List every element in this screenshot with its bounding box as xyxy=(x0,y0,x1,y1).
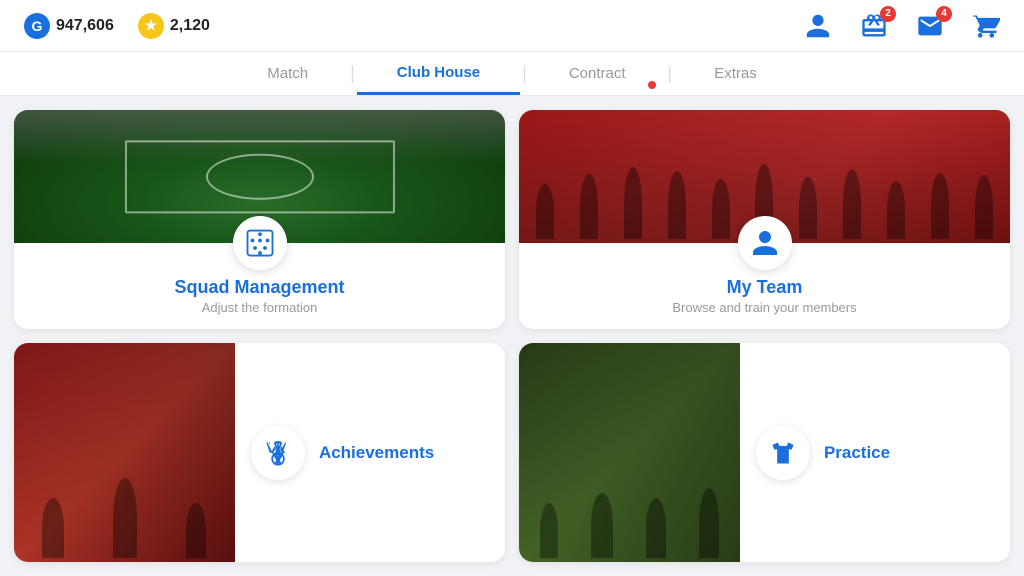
action-icons: 2 4 xyxy=(804,12,1000,40)
gift-button[interactable]: 2 xyxy=(860,12,888,40)
achievements-title: Achievements xyxy=(319,443,434,463)
nav-divider-3: | xyxy=(666,63,675,84)
pitch-circle xyxy=(205,153,313,200)
my-team-card[interactable]: My Team Browse and train your members xyxy=(519,110,1010,329)
nav-clubhouse[interactable]: Club House xyxy=(357,52,520,95)
myteam-icon-circle xyxy=(738,216,792,270)
cart-button[interactable] xyxy=(972,12,1000,40)
mail-badge: 4 xyxy=(936,6,952,22)
nav-divider-2: | xyxy=(520,63,529,84)
formation-icon xyxy=(245,228,275,258)
team-image-area xyxy=(519,110,1010,243)
practice-background xyxy=(519,343,740,562)
nav-match[interactable]: Match xyxy=(227,52,348,95)
star-icon: ★ xyxy=(138,13,164,39)
squad-icon-circle xyxy=(233,216,287,270)
nav-contract[interactable]: Contract xyxy=(529,52,666,95)
top-bar: G 947,606 ★ 2,120 2 4 xyxy=(0,0,1024,52)
jersey-icon xyxy=(769,439,797,467)
achievements-background xyxy=(14,343,235,562)
achieve-silhouettes xyxy=(14,343,235,562)
star-currency: ★ 2,120 xyxy=(138,13,210,39)
currency-area: G 947,606 ★ 2,120 xyxy=(24,13,210,39)
cart-icon xyxy=(972,12,1000,40)
squad-image-area xyxy=(14,110,505,243)
mail-button[interactable]: 4 xyxy=(916,12,944,40)
achievements-content: Achievements xyxy=(235,343,505,562)
achievements-card[interactable]: Achievements xyxy=(14,343,505,562)
gold-value: 947,606 xyxy=(56,17,114,35)
profile-button[interactable] xyxy=(804,12,832,40)
achievements-image-area xyxy=(14,343,235,562)
gold-icon: G xyxy=(24,13,50,39)
practice-silhouettes xyxy=(519,343,740,562)
practice-image-area xyxy=(519,343,740,562)
star-value: 2,120 xyxy=(170,17,210,35)
practice-title: Practice xyxy=(824,443,890,463)
myteam-title: My Team xyxy=(519,277,1010,298)
achievements-text: Achievements xyxy=(319,443,434,463)
nav-bar: Match | Club House | Contract | Extras xyxy=(0,52,1024,96)
medal-icon xyxy=(264,439,292,467)
gift-badge: 2 xyxy=(880,6,896,22)
myteam-subtitle: Browse and train your members xyxy=(519,300,1010,315)
nav-extras[interactable]: Extras xyxy=(674,52,797,95)
squad-title: Squad Management xyxy=(14,277,505,298)
practice-text: Practice xyxy=(824,443,890,463)
profile-icon xyxy=(804,12,832,40)
squad-subtitle: Adjust the formation xyxy=(14,300,505,315)
achievements-icon-circle xyxy=(251,426,305,480)
practice-card[interactable]: Practice xyxy=(519,343,1010,562)
gold-currency: G 947,606 xyxy=(24,13,114,39)
contract-dot xyxy=(648,81,656,89)
squad-management-card[interactable]: Squad Management Adjust the formation xyxy=(14,110,505,329)
practice-icon-circle xyxy=(756,426,810,480)
main-grid: Squad Management Adjust the formation xyxy=(0,96,1024,576)
person-icon xyxy=(750,228,780,258)
nav-divider-1: | xyxy=(348,63,357,84)
practice-content: Practice xyxy=(740,343,1010,562)
